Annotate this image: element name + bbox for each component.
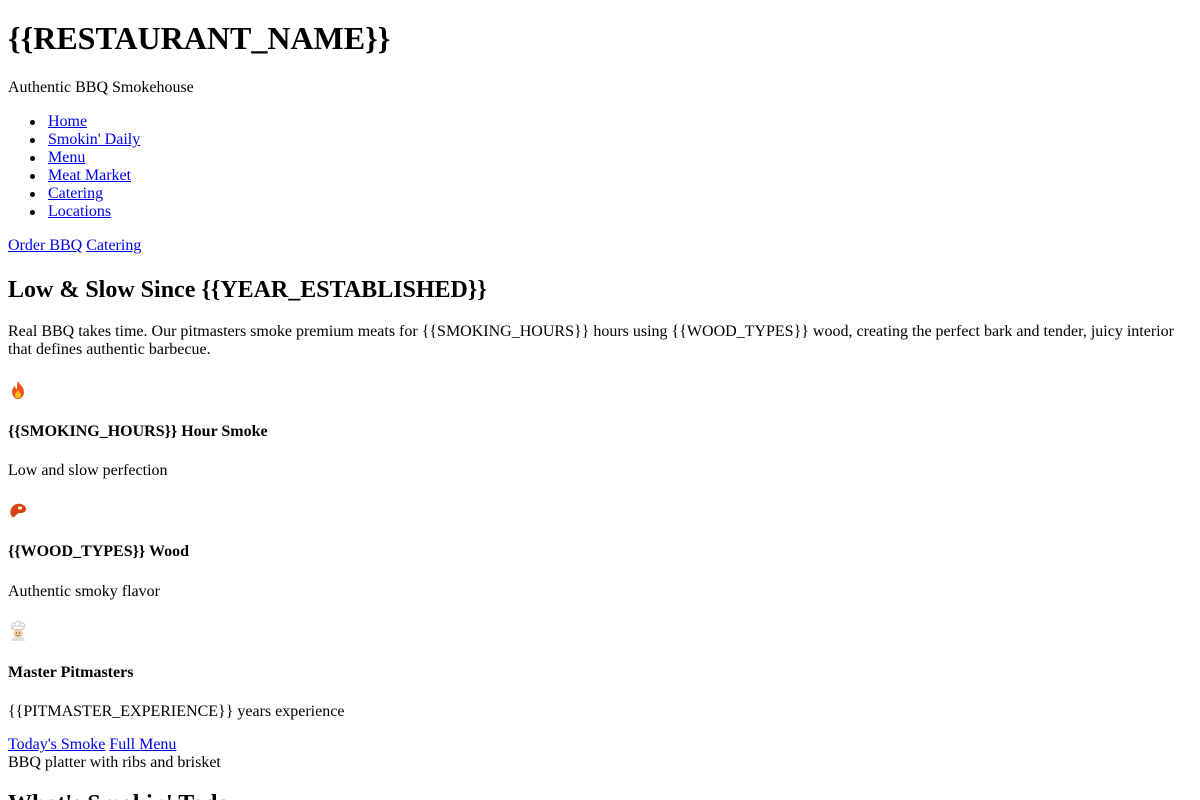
fire-icon (8, 380, 28, 400)
feature-title-pitmasters: Master Pitmasters (8, 664, 134, 681)
restaurant-name: {{RESTAURANT_NAME}} (8, 20, 391, 56)
nav-item-locations: Locations (8, 203, 140, 221)
feature-title-smoke: {{SMOKING_HOURS}} Hour Smoke (8, 423, 268, 440)
nav-link-locations[interactable]: Locations (48, 203, 111, 220)
hero-cta: Today's Smoke Full Menu (8, 736, 176, 754)
nav-item-meat-market: Meat Market (8, 167, 140, 185)
feature-title-wood: {{WOOD_TYPES}} Wood (8, 543, 189, 560)
hero-text: Real BBQ takes time. Our pitmasters smok… (8, 323, 1174, 358)
hero-title: Low & Slow Since {{YEAR_ESTABLISHED}} (8, 277, 487, 303)
nav-item-catering: Catering (8, 185, 140, 203)
todays-smoke-button[interactable]: Today's Smoke (8, 736, 105, 753)
nav-link-meat-market[interactable]: Meat Market (48, 167, 131, 184)
tagline: Authentic BBQ Smokehouse (8, 79, 194, 96)
catering-button[interactable]: Catering (86, 237, 141, 254)
nav-link-catering[interactable]: Catering (48, 185, 103, 202)
steak-icon (8, 500, 28, 520)
main-nav: Home Smokin' Daily Menu Meat Market Cate… (8, 113, 140, 221)
page: {{RESTAURANT_NAME}} Authentic BBQ Smokeh… (0, 0, 1200, 800)
feature-desc-wood: Authentic smoky flavor (8, 583, 160, 600)
header-actions: Order BBQ Catering (8, 237, 141, 255)
full-menu-button[interactable]: Full Menu (109, 736, 176, 753)
nav-link-menu[interactable]: Menu (48, 149, 85, 166)
section-heading-todays-smoke: What's Smokin' Today (8, 790, 241, 800)
nav-item-home: Home (8, 113, 140, 131)
nav-link-smokin-daily[interactable]: Smokin' Daily (48, 131, 140, 148)
hero-image: BBQ platter with ribs and brisket (8, 754, 221, 771)
nav-item-smokin-daily: Smokin' Daily (8, 131, 140, 149)
chef-icon (8, 621, 28, 641)
nav-item-menu: Menu (8, 149, 140, 167)
feature-desc-smoke: Low and slow perfection (8, 462, 168, 479)
feature-desc-pitmasters: {{PITMASTER_EXPERIENCE}} years experienc… (8, 703, 345, 720)
order-bbq-button[interactable]: Order BBQ (8, 237, 82, 254)
nav-link-home[interactable]: Home (48, 113, 87, 130)
